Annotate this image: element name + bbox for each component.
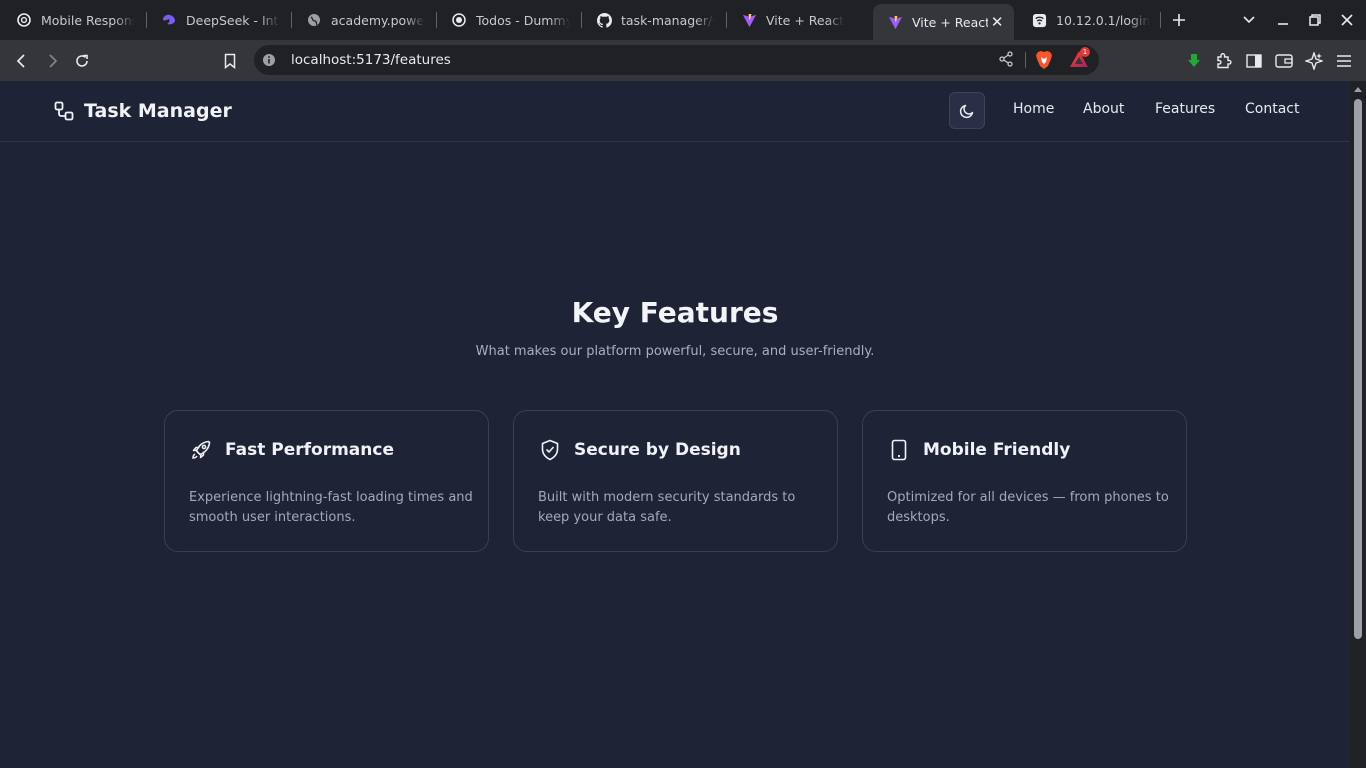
scroll-up-arrow-icon[interactable] xyxy=(1354,87,1362,92)
browser-tab[interactable]: task-manager/sr xyxy=(582,5,723,35)
page-title: Key Features xyxy=(571,296,779,329)
feature-card: Mobile Friendly Optimized for all device… xyxy=(862,410,1187,552)
share-icon[interactable] xyxy=(998,51,1014,71)
nav-link-home[interactable]: Home xyxy=(1013,101,1054,117)
feature-title: Secure by Design xyxy=(574,440,741,460)
nav-link-about[interactable]: About xyxy=(1083,101,1124,117)
reload-icon[interactable] xyxy=(68,47,96,75)
browser-tab[interactable]: Todos - DummyJ xyxy=(437,5,578,35)
browser-tab[interactable]: DeepSeek - Into xyxy=(147,5,288,35)
tab-title: Mobile Responsi xyxy=(41,12,135,28)
smartphone-icon xyxy=(891,439,907,461)
feature-card: Secure by Design Built with modern secur… xyxy=(513,410,838,552)
page-scrollbar[interactable] xyxy=(1350,81,1366,768)
minimize-window-icon[interactable] xyxy=(1271,8,1295,32)
address-url: localhost:5173/features xyxy=(291,52,451,68)
browser-tab[interactable]: Mobile Responsi xyxy=(2,5,143,35)
browser-toolbar: localhost:5173/features 1 xyxy=(0,40,1366,81)
sidebar-icon[interactable] xyxy=(1240,47,1268,75)
chatgpt-icon xyxy=(16,12,32,28)
browser-tab[interactable]: 10.12.0.1/login? xyxy=(1017,5,1158,35)
page-viewport: Task Manager Home About Features Contact… xyxy=(0,81,1350,768)
feature-card: Fast Performance Experience lightning-fa… xyxy=(164,410,489,552)
vite-icon xyxy=(741,12,757,28)
rewards-badge: 1 xyxy=(1080,47,1090,57)
tab-title: 10.12.0.1/login? xyxy=(1056,12,1150,28)
site-navbar: Task Manager Home About Features Contact xyxy=(0,81,1350,142)
theme-toggle-button[interactable] xyxy=(949,92,985,129)
task-manager-logo-icon xyxy=(54,101,74,121)
feature-description: Optimized for all devices — from phones … xyxy=(887,490,1169,525)
scrollbar-thumb[interactable] xyxy=(1354,99,1362,639)
vite-icon xyxy=(887,14,903,30)
back-icon[interactable] xyxy=(8,47,36,75)
browser-tab-strip: Mobile Responsi DeepSeek - Into academy.… xyxy=(0,0,1366,40)
brave-shields-icon[interactable] xyxy=(1035,50,1053,74)
tab-title: Todos - DummyJ xyxy=(476,12,570,28)
wallet-icon[interactable] xyxy=(1270,47,1298,75)
rocket-icon xyxy=(192,440,211,459)
shield-check-icon xyxy=(541,439,559,461)
feature-title: Fast Performance xyxy=(225,440,394,460)
extensions-icon[interactable] xyxy=(1210,47,1238,75)
browser-tab[interactable]: Vite + React xyxy=(727,5,868,35)
address-bar[interactable]: localhost:5173/features 1 xyxy=(254,45,1099,75)
tab-separator xyxy=(1160,12,1161,28)
bookmark-icon[interactable] xyxy=(216,47,244,75)
tab-title: DeepSeek - Into xyxy=(186,12,280,28)
download-icon[interactable] xyxy=(1180,47,1208,75)
restore-window-icon[interactable] xyxy=(1303,8,1327,32)
brand-logo-link[interactable]: Task Manager xyxy=(54,100,232,122)
feature-description: Built with modern security standards to … xyxy=(538,490,796,525)
site-info-icon[interactable] xyxy=(260,51,278,69)
deepseek-icon xyxy=(161,12,177,28)
tab-title: academy.powerl xyxy=(331,12,425,28)
feature-title: Mobile Friendly xyxy=(923,440,1071,460)
menu-icon[interactable] xyxy=(1330,47,1358,75)
feature-description: Experience lightning-fast loading times … xyxy=(189,490,473,525)
tab-title: Vite + React xyxy=(912,14,989,30)
tab-search-chevron-icon[interactable] xyxy=(1237,8,1261,32)
tab-title: task-manager/sr xyxy=(621,12,715,28)
new-tab-icon[interactable] xyxy=(1167,8,1191,32)
globe-icon xyxy=(306,12,322,28)
omnibox-divider xyxy=(1025,52,1026,68)
forward-icon[interactable] xyxy=(38,47,66,75)
browser-tab-active[interactable]: Vite + React ✕ xyxy=(873,4,1014,40)
network-login-icon xyxy=(1031,12,1047,28)
page-subtitle: What makes our platform powerful, secure… xyxy=(475,344,875,359)
dummyjson-icon xyxy=(451,12,467,28)
tab-title: Vite + React xyxy=(766,12,845,28)
leo-ai-icon[interactable] xyxy=(1300,47,1328,75)
moon-icon xyxy=(959,104,974,118)
close-window-icon[interactable] xyxy=(1335,8,1359,32)
github-icon xyxy=(596,12,612,28)
brand-name: Task Manager xyxy=(84,100,232,122)
nav-link-features[interactable]: Features xyxy=(1155,101,1215,117)
nav-link-contact[interactable]: Contact xyxy=(1245,101,1299,117)
close-tab-icon[interactable]: ✕ xyxy=(988,13,1006,31)
browser-tab[interactable]: academy.powerl xyxy=(292,5,433,35)
